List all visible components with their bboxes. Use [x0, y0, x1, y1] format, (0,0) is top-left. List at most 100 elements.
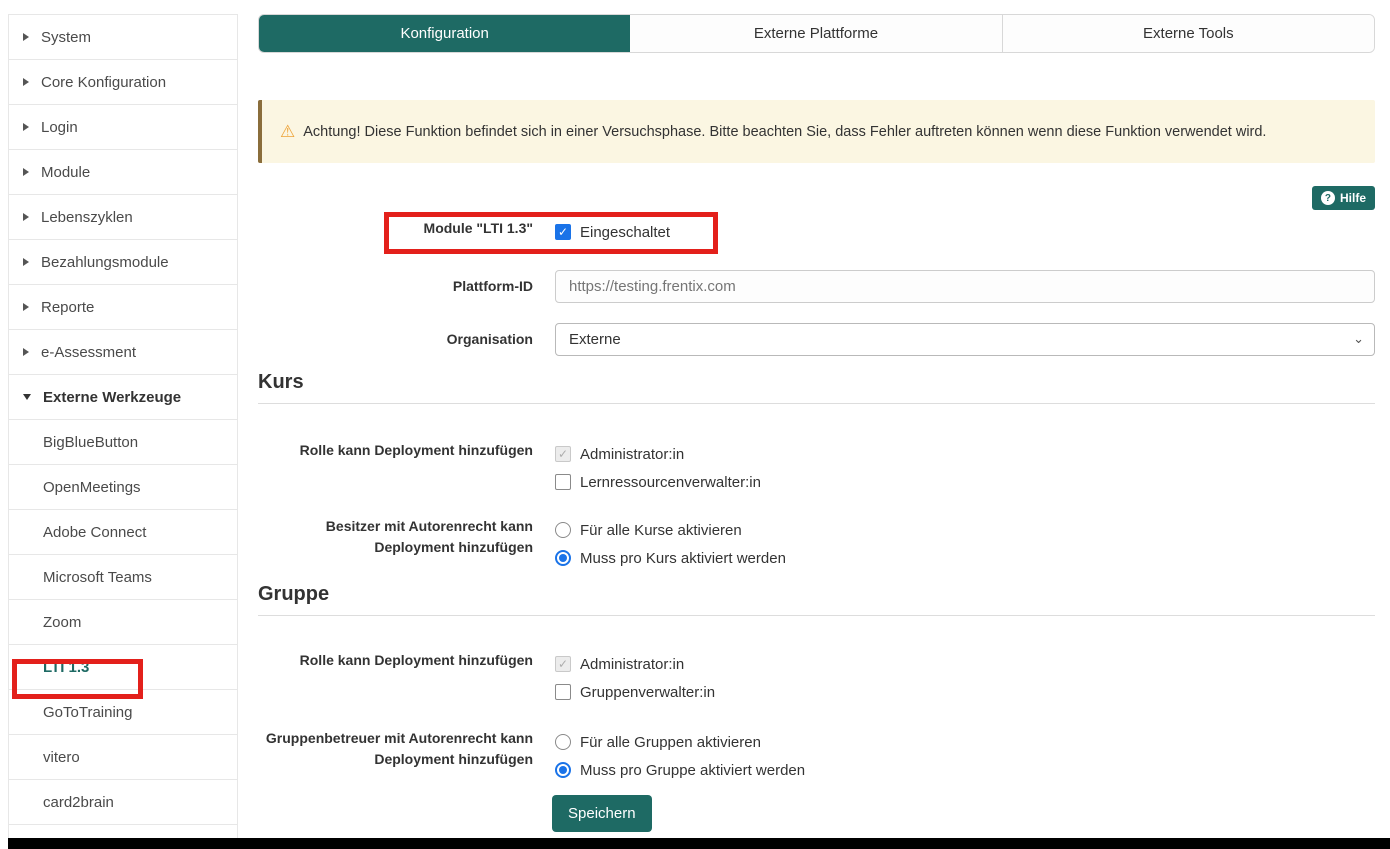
- gruppe-gruppenverwalter-checkbox[interactable]: [555, 684, 571, 700]
- caret-right-icon: [23, 213, 29, 221]
- sidebar-item-label: BigBlueButton: [43, 434, 138, 451]
- sidebar-item-label: Lebenszyklen: [41, 209, 133, 226]
- gruppe-administrator-label: Administrator:in: [580, 656, 684, 673]
- kurs-section-heading: Kurs: [258, 371, 1375, 404]
- organisation-selected-value: Externe: [569, 331, 621, 348]
- sidebar-item-zoom[interactable]: Zoom: [9, 600, 237, 645]
- gruppe-all-groups-label: Für alle Gruppen aktivieren: [580, 734, 761, 751]
- module-enabled-checkbox-label: Eingeschaltet: [580, 224, 670, 241]
- sidebar-item-label: OpenMeetings: [43, 479, 141, 496]
- platform-id-label: Plattform-ID: [258, 276, 533, 303]
- kurs-all-courses-label: Für alle Kurse aktivieren: [580, 522, 742, 539]
- sidebar-item-label: Externe Werkzeuge: [43, 389, 181, 406]
- sidebar-item-adobe-connect[interactable]: Adobe Connect: [9, 510, 237, 555]
- caret-right-icon: [23, 168, 29, 176]
- admin-sidebar: System Core Konfiguration Login Module L…: [8, 14, 238, 838]
- kurs-owner-label: Besitzer mit Autorenrecht kann Deploymen…: [258, 516, 533, 572]
- tab-externe-tools[interactable]: Externe Tools: [1003, 15, 1374, 52]
- sidebar-item-gototraining[interactable]: GoToTraining: [9, 690, 237, 735]
- sidebar-item-label: LTI 1.3: [43, 659, 89, 676]
- tab-bar: Konfiguration Externe Plattforme Externe…: [258, 14, 1375, 53]
- kurs-role-row: Rolle kann Deployment hinzufügen ✓ Admin…: [258, 440, 1375, 496]
- kurs-per-course-radio[interactable]: [555, 550, 571, 566]
- sidebar-item-label: Bezahlungsmodule: [41, 254, 169, 271]
- sidebar-item-label: System: [41, 29, 91, 46]
- caret-right-icon: [23, 123, 29, 131]
- sidebar-item-label: Reporte: [41, 299, 94, 316]
- tab-label: Externe Tools: [1143, 25, 1234, 42]
- question-circle-icon: ?: [1321, 191, 1335, 205]
- sidebar-item-label: Login: [41, 119, 78, 136]
- sidebar-item-label: vitero: [43, 749, 80, 766]
- sidebar-item-label: Core Konfiguration: [41, 74, 166, 91]
- sidebar-item-login[interactable]: Login: [9, 105, 237, 150]
- sidebar-item-microsoft-teams[interactable]: Microsoft Teams: [9, 555, 237, 600]
- gruppe-owner-row: Gruppenbetreuer mit Autorenrecht kann De…: [258, 728, 1375, 784]
- tab-label: Externe Plattforme: [754, 25, 878, 42]
- caret-right-icon: [23, 258, 29, 266]
- gruppe-administrator-checkbox: ✓: [555, 656, 571, 672]
- sidebar-item-system[interactable]: System: [9, 15, 237, 60]
- sidebar-item-label: Microsoft Teams: [43, 569, 152, 586]
- sidebar-item-bezahlungsmodule[interactable]: Bezahlungsmodule: [9, 240, 237, 285]
- kurs-lernressourcenverwalter-checkbox[interactable]: [555, 474, 571, 490]
- sidebar-item-bigbluebutton[interactable]: BigBlueButton: [9, 420, 237, 465]
- tab-label: Konfiguration: [400, 25, 488, 42]
- kurs-all-courses-radio[interactable]: [555, 522, 571, 538]
- gruppe-per-group-radio[interactable]: [555, 762, 571, 778]
- platform-id-row: Plattform-ID: [258, 276, 1375, 303]
- sidebar-item-label: GoToTraining: [43, 704, 133, 721]
- sidebar-item-label: Adobe Connect: [43, 524, 146, 541]
- sidebar-item-core-konfiguration[interactable]: Core Konfiguration: [9, 60, 237, 105]
- sidebar-item-module[interactable]: Module: [9, 150, 237, 195]
- caret-down-icon: [23, 394, 31, 400]
- kurs-administrator-checkbox: ✓: [555, 446, 571, 462]
- gruppe-owner-label: Gruppenbetreuer mit Autorenrecht kann De…: [258, 728, 533, 784]
- platform-id-input[interactable]: [555, 270, 1375, 303]
- gruppe-role-label: Rolle kann Deployment hinzufügen: [258, 650, 533, 706]
- save-button[interactable]: Speichern: [552, 795, 652, 832]
- gruppe-all-groups-radio[interactable]: [555, 734, 571, 750]
- kurs-per-course-label: Muss pro Kurs aktiviert werden: [580, 550, 786, 567]
- sidebar-item-label: e-Assessment: [41, 344, 136, 361]
- organisation-label: Organisation: [258, 329, 533, 356]
- sidebar-item-label: Zoom: [43, 614, 81, 631]
- sidebar-item-card2brain[interactable]: card2brain: [9, 780, 237, 825]
- warning-triangle-icon: ⚠: [280, 122, 295, 142]
- chevron-down-icon: ⌄: [1353, 331, 1364, 347]
- organisation-row: Organisation Externe ⌄: [258, 329, 1375, 356]
- module-label: Module "LTI 1.3": [258, 218, 533, 246]
- kurs-role-label: Rolle kann Deployment hinzufügen: [258, 440, 533, 496]
- module-enabled-checkbox[interactable]: ✓: [555, 224, 571, 240]
- kurs-administrator-label: Administrator:in: [580, 446, 684, 463]
- sidebar-item-reporte[interactable]: Reporte: [9, 285, 237, 330]
- gruppe-section-heading: Gruppe: [258, 583, 1375, 616]
- sidebar-item-lti-13[interactable]: LTI 1.3: [9, 645, 237, 690]
- gruppe-role-row: Rolle kann Deployment hinzufügen ✓ Admin…: [258, 650, 1375, 706]
- help-button[interactable]: ? Hilfe: [1312, 186, 1375, 210]
- sidebar-item-vitero[interactable]: vitero: [9, 735, 237, 780]
- main-content: Konfiguration Externe Plattforme Externe…: [258, 0, 1375, 849]
- caret-right-icon: [23, 78, 29, 86]
- organisation-select[interactable]: Externe ⌄: [555, 323, 1375, 356]
- gruppe-gruppenverwalter-label: Gruppenverwalter:in: [580, 684, 715, 701]
- kurs-owner-row: Besitzer mit Autorenrecht kann Deploymen…: [258, 516, 1375, 572]
- sidebar-item-lebenszyklen[interactable]: Lebenszyklen: [9, 195, 237, 240]
- sidebar-item-openmeetings[interactable]: OpenMeetings: [9, 465, 237, 510]
- warning-alert: ⚠ Achtung! Diese Funktion befindet sich …: [258, 100, 1375, 163]
- gruppe-per-group-label: Muss pro Gruppe aktiviert werden: [580, 762, 805, 779]
- admin-page: System Core Konfiguration Login Module L…: [0, 0, 1390, 849]
- warning-text: Achtung! Diese Funktion befindet sich in…: [303, 124, 1266, 140]
- caret-right-icon: [23, 303, 29, 311]
- kurs-lernressourcenverwalter-label: Lernressourcenverwalter:in: [580, 474, 761, 491]
- sidebar-item-label: card2brain: [43, 794, 114, 811]
- help-button-label: Hilfe: [1340, 191, 1366, 205]
- caret-right-icon: [23, 33, 29, 41]
- sidebar-item-e-assessment[interactable]: e-Assessment: [9, 330, 237, 375]
- tab-externe-plattforme[interactable]: Externe Plattforme: [630, 15, 1002, 52]
- caret-right-icon: [23, 348, 29, 356]
- window-bottom-edge: [8, 838, 1390, 849]
- tab-konfiguration[interactable]: Konfiguration: [259, 15, 630, 52]
- sidebar-item-label: Module: [41, 164, 90, 181]
- sidebar-item-externe-werkzeuge[interactable]: Externe Werkzeuge: [9, 375, 237, 420]
